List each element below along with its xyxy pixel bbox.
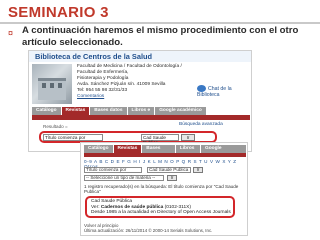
search-go-button[interactable]: Ir [181, 134, 195, 141]
advanced-search-link[interactable]: Búsqueda avanzada [179, 122, 223, 127]
tab-libros[interactable]: Libros e [127, 107, 155, 115]
tab-libros[interactable]: Libros e [175, 145, 200, 159]
tab-catalogo[interactable]: Catálogo [84, 145, 113, 153]
library-title: Biblioteca de Centros de la Salud [35, 52, 153, 61]
search-go-button[interactable]: Ir [193, 167, 203, 173]
library-header: Biblioteca de Centros de la Salud [29, 51, 251, 62]
result-title-link[interactable]: Cadernos de saúde pública [101, 205, 163, 210]
building-photo [32, 64, 72, 104]
result-issn: (0102-311X) [164, 204, 191, 210]
title-divider [0, 22, 320, 24]
subject-go-button[interactable]: Ir [167, 175, 177, 181]
search-input[interactable]: Cad Saude Publica [141, 134, 179, 145]
results-count: 1 registro recuperado(s) en la búsqueda:… [84, 184, 239, 194]
result-view-label: Ver: [91, 204, 100, 210]
building-image [38, 78, 66, 100]
page-footer: Volver al principio Última actualización… [84, 223, 246, 234]
last-updated: Última actualización: 26/11/2014 © 2000-… [84, 228, 213, 234]
library-search-screenshot: Biblioteca de Centros de la Salud Facult… [28, 50, 252, 152]
tab-catalogo[interactable]: Catálogo [32, 107, 61, 115]
tab-underline-bar [32, 115, 250, 120]
chat-link[interactable]: Chat de la Biblioteca [197, 85, 251, 98]
subject-type-select[interactable]: -- Seleccione un tipo de materia -- [84, 175, 164, 181]
search-type-select[interactable]: Título comienza por [84, 167, 142, 173]
tab-revistas[interactable]: Revistas [61, 107, 90, 115]
chat-icon [197, 85, 206, 92]
tab-bases-datos[interactable]: Bases datos [90, 107, 127, 115]
result-coverage[interactable]: Desde 1985 a la actualidad en Directory … [91, 210, 233, 216]
bullet-icon: ¤ [8, 28, 14, 38]
nav-tabs: Catálogo Revistas Bases datos Libros e G… [32, 107, 207, 115]
bullet-text: A continuación haremos el mismo procedim… [22, 25, 299, 48]
search-type-select[interactable]: Título comienza por [43, 134, 103, 141]
slide-title: SEMINARIO 3 [8, 4, 109, 21]
tab-google-academico[interactable]: Google académico [201, 145, 247, 159]
tab-revistas[interactable]: Revistas [113, 145, 142, 153]
comments-link[interactable]: Comentarios [77, 94, 104, 99]
library-contact-info: Facultad de Medicina / Facultad de Odont… [77, 64, 182, 99]
nav-tabs: Catálogo Revistas Bases datos Libros e G… [84, 145, 247, 159]
search-results-screenshot: Catálogo Revistas Bases datos Libros e G… [80, 142, 248, 236]
tab-bases-datos[interactable]: Bases datos [142, 145, 175, 159]
search-input[interactable]: Cad Saude Publica [147, 167, 191, 173]
tab-google-academico[interactable]: Google académico [155, 107, 206, 115]
filter-label: Resultado = [43, 124, 68, 129]
result-item: Cad Saude Pública Ver: Cadernos de saúde… [91, 199, 233, 216]
tab-underline-bar [84, 153, 246, 157]
